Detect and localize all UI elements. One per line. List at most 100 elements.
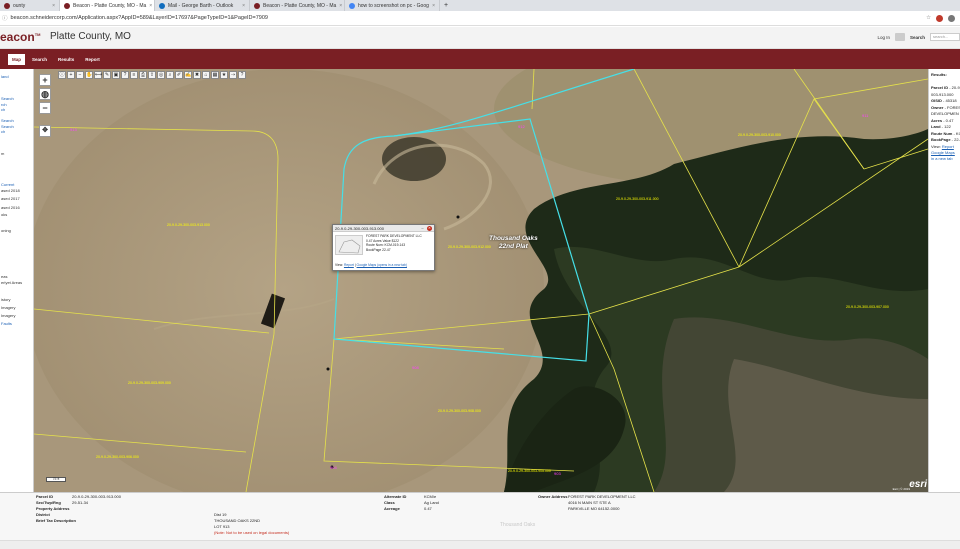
nav-search[interactable]: Search — [28, 54, 51, 65]
detail-label: Owner Address — [538, 494, 568, 499]
left-panel-item[interactable]: land — [1, 74, 9, 79]
lot-number-label: 903 — [554, 471, 561, 476]
result-field-label: GISID — [931, 98, 942, 103]
left-panel-item[interactable]: Faults — [1, 321, 12, 326]
result-view-links-2: Google Maps — [931, 150, 955, 155]
tab-close-icon[interactable]: × — [339, 3, 342, 9]
new-tab-button[interactable]: + — [440, 0, 452, 11]
browser-tab[interactable]: Mail - George Barth - Outlook × — [155, 0, 250, 11]
beacon-logo[interactable]: eaconTM — [0, 30, 40, 44]
result-report-link[interactable]: Report — [942, 144, 954, 149]
lot-number-label: 904 — [330, 465, 337, 470]
popup-book: BookPage 22-47 — [366, 247, 391, 252]
pan-icon[interactable]: ✋ — [85, 71, 93, 79]
clear-icon[interactable]: ✖ — [193, 71, 201, 79]
subdivision-label: Thousand Oaks 22nd Plat — [489, 235, 538, 250]
browser-tab[interactable]: Beacon - Platte County, MO - Ma × — [60, 0, 155, 11]
tab-favicon-icon — [159, 2, 165, 9]
popup-minimize-button[interactable]: – — [420, 226, 425, 231]
zoom-out-button[interactable]: − — [39, 102, 51, 114]
print-icon[interactable]: ⎙ — [139, 71, 147, 79]
zoom-in-icon[interactable]: + — [67, 71, 75, 79]
result-field: Owner - FORES — [931, 105, 960, 110]
popup-report-link[interactable]: Report — [344, 263, 354, 267]
profile-avatar-icon[interactable] — [948, 14, 955, 22]
search-icon[interactable]: ⌕ — [166, 71, 174, 79]
left-panel-item[interactable]: Search — [1, 118, 14, 123]
result-google-maps-link[interactable]: Google Maps — [931, 150, 955, 155]
browser-tab[interactable]: Beacon - Platte County, MO - Ma × — [250, 0, 345, 11]
nav-report[interactable]: Report — [81, 54, 104, 65]
measure-icon[interactable]: ⟷ — [94, 71, 102, 79]
left-layer-panel: land Search rch ch Search Search ch m Current ase… — [0, 69, 34, 492]
result-field: DEVELOPMEN — [931, 111, 959, 116]
markup-icon[interactable]: ✍ — [184, 71, 192, 79]
zoom-in-button[interactable]: + — [39, 74, 51, 86]
tab-close-icon[interactable]: × — [242, 3, 245, 9]
help-icon[interactable]: ? — [238, 71, 246, 79]
grid-icon[interactable]: ▦ — [211, 71, 219, 79]
site-info-icon[interactable]: ⓘ — [2, 14, 8, 22]
browser-tab[interactable]: how to screenshot on pc - Goog × — [345, 0, 440, 11]
globe-icon[interactable]: ◍ — [39, 88, 51, 100]
detail-label: District — [36, 512, 50, 517]
parcel-details: Thousand Oaks Parcel ID 20-9.0-29-300-003… — [0, 492, 960, 540]
login-link[interactable]: Log In — [877, 35, 890, 40]
detail-row: Property Address — [36, 506, 72, 511]
select-icon[interactable]: ▣ — [112, 71, 120, 79]
result-field-value: - KC — [953, 131, 960, 136]
popup-owner: FOREST PARK DEVELOPMENT LLC — [366, 234, 422, 238]
edit-icon[interactable]: ✐ — [175, 71, 183, 79]
map-canvas[interactable]: ⓘ + − ✋ ⟷ ✎ ▣? ≡ ⎙ ⇪ ◎ ⌕ ✐ ✍ ✖ ⌂ ▦ ★ ⇢? + ◍ − ✥ 20-9.0-29-… — [34, 69, 928, 492]
detail-value: 29-51-34 — [72, 500, 89, 505]
nav-results[interactable]: Results — [54, 54, 78, 65]
browser-status-bar — [0, 540, 960, 549]
tab-title: how to screenshot on pc - Goog — [358, 2, 429, 9]
left-panel-item[interactable]: ch — [1, 107, 5, 112]
left-panel-item[interactable]: ch — [1, 129, 5, 134]
tab-close-icon[interactable]: × — [432, 3, 435, 9]
result-field: Acres - 0.47 — [931, 118, 953, 123]
info-icon[interactable]: ⓘ — [58, 71, 66, 79]
parcel-popup[interactable]: 20-9.0-29-300-003-913.000 – ✕ FOREST PAR… — [332, 224, 435, 271]
browser-tab[interactable]: ounty × — [0, 0, 60, 11]
left-panel-item[interactable]: Current — [1, 182, 14, 187]
extension-icon[interactable] — [936, 14, 943, 22]
draw-icon[interactable]: ✎ — [103, 71, 111, 79]
buffer-icon[interactable]: ◎ — [157, 71, 165, 79]
popup-google-maps-link[interactable]: Google Maps (opens in a new tab) — [357, 263, 407, 267]
detail-value: Ag Land — [424, 500, 439, 505]
detail-row: Class Ag Land — [384, 500, 439, 505]
zoom-out-icon[interactable]: − — [76, 71, 84, 79]
schneider-logo — [894, 33, 905, 41]
parcel-sketch-thumbnail[interactable] — [335, 235, 363, 255]
share-icon[interactable]: ⇢ — [229, 71, 237, 79]
header-search-input[interactable]: search... — [930, 33, 960, 41]
bookmark-star-icon[interactable]: ☆ — [926, 15, 931, 21]
result-field-label: Route Num — [931, 131, 953, 136]
url-field[interactable]: beacon.schneidercorp.com/Application.asp… — [11, 15, 927, 21]
left-panel-item: oks — [1, 212, 8, 217]
tab-close-icon[interactable]: × — [149, 3, 152, 9]
detail-label: Property Address — [36, 506, 70, 511]
left-panel-item: erlyet Areas — [1, 280, 23, 285]
nav-map[interactable]: Map — [8, 53, 25, 65]
detail-row: District Dist 19 — [36, 512, 226, 517]
parcel-id-label: 20-9.0-29-300-003-912.000 — [448, 245, 491, 249]
header-search-label: Search — [909, 34, 925, 40]
left-panel-item[interactable]: Search — [1, 96, 14, 101]
locate-icon[interactable]: ✥ — [39, 125, 51, 137]
popup-title: 20-9.0-29-300-003-913.000 – ✕ — [333, 225, 434, 232]
identify-icon[interactable]: ? — [121, 71, 129, 79]
bookmark-icon[interactable]: ★ — [220, 71, 228, 79]
result-field-value: - 20-9 — [948, 85, 960, 90]
export-icon[interactable]: ⇪ — [148, 71, 156, 79]
tab-close-icon[interactable]: × — [52, 3, 55, 9]
popup-close-icon[interactable]: ✕ — [427, 226, 432, 231]
layers-icon[interactable]: ≡ — [130, 71, 138, 79]
tab-title: Beacon - Platte County, MO - Ma — [263, 2, 337, 9]
result-field-label: BookPage — [931, 137, 951, 142]
home-icon[interactable]: ⌂ — [202, 71, 210, 79]
result-field-label: Owner — [931, 105, 944, 110]
parcel-id-label: 20-9.0-29-300-003-913.000 — [167, 223, 210, 227]
